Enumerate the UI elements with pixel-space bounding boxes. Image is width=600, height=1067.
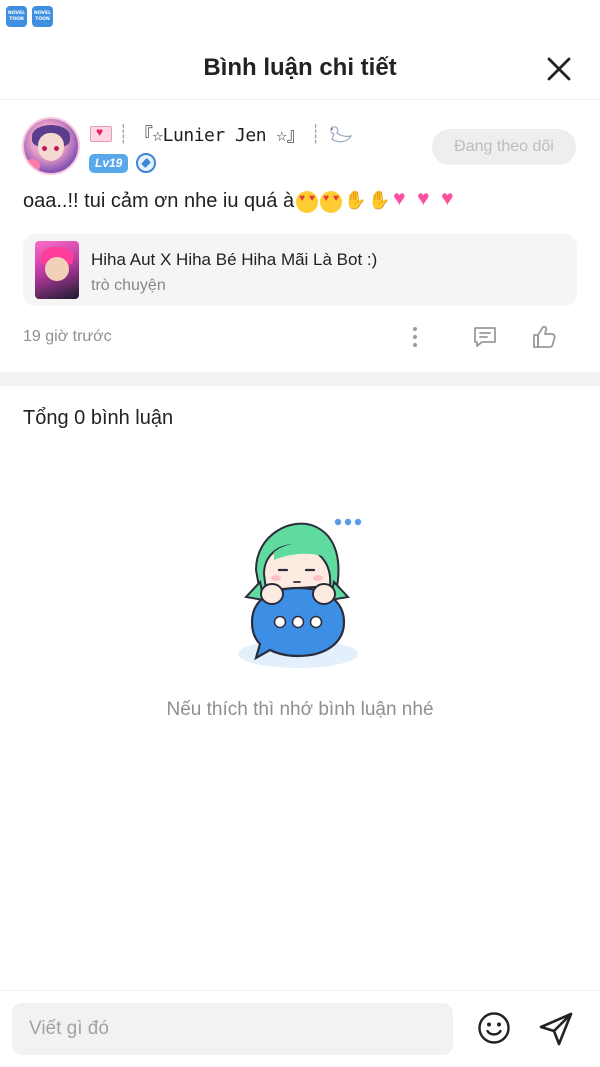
empty-state-message: Nếu thích thì nhớ bình luận nhé <box>166 699 434 720</box>
comment-count: Tổng 0 bình luận <box>23 407 174 429</box>
close-button[interactable] <box>544 54 574 84</box>
send-button[interactable] <box>538 1011 574 1047</box>
comment-detail: ┊ 『☆Lunier Jen ☆』 ┊ Lv19 Đang theo dõi o… <box>0 101 600 371</box>
story-card[interactable]: Hiha Aut X Hiha Bé Hiha Mãi Là Bot :) tr… <box>23 234 577 306</box>
comment-text: oaa..!! tui cảm ơn nhe iu quá à <box>23 187 462 213</box>
status-bar-app-icons: NOVEL TOON NOVEL TOON <box>6 6 53 27</box>
username: 『☆Lunier Jen ☆』 <box>134 125 305 146</box>
like-button[interactable] <box>530 323 558 351</box>
emoji-button[interactable] <box>477 1011 511 1045</box>
raised-hands-emoji-icon <box>344 190 366 213</box>
raised-hands-emoji-icon <box>368 190 390 213</box>
page-title: Bình luận chi tiết <box>203 54 397 81</box>
swan-icon <box>330 126 353 143</box>
story-title: Hiha Aut X Hiha Bé Hiha Mãi Là Bot :) <box>91 250 378 269</box>
send-icon <box>539 1012 573 1046</box>
story-cover-thumbnail <box>35 241 79 299</box>
comment-input-bar <box>0 990 600 1067</box>
pink-heart-emoji-icon <box>440 187 462 213</box>
page-header: Bình luận chi tiết <box>0 36 600 100</box>
more-options-button[interactable] <box>404 325 426 349</box>
close-icon <box>547 57 571 81</box>
comment-icon <box>474 327 496 347</box>
section-divider <box>0 372 600 386</box>
thumbs-up-icon <box>533 325 556 348</box>
pink-heart-emoji-icon <box>392 187 414 213</box>
comment-timestamp: 19 giờ trước <box>23 328 112 345</box>
level-badge: Lv19 <box>89 153 129 173</box>
noveltoon-app-icon: NOVEL TOON <box>6 6 27 27</box>
more-vertical-icon <box>413 327 417 347</box>
username-row[interactable]: ┊ 『☆Lunier Jen ☆』 ┊ <box>90 121 353 147</box>
heart-envelope-icon <box>90 125 112 142</box>
avatar[interactable] <box>22 117 80 175</box>
comment-meta: 19 giờ trước <box>0 323 600 351</box>
user-badges: Lv19 <box>89 153 157 173</box>
story-subtitle: trò chuyện <box>91 277 166 294</box>
comment-emojis <box>296 187 462 213</box>
reply-button[interactable] <box>472 324 498 350</box>
empty-state-illustration <box>234 512 364 672</box>
follow-button[interactable]: Đang theo dõi <box>432 129 576 165</box>
comment-input[interactable] <box>12 1003 453 1055</box>
smiley-icon <box>478 1012 510 1044</box>
comment-body: oaa..!! tui cảm ơn nhe iu quá à <box>23 190 295 212</box>
name-decoration: ┊ <box>118 123 129 144</box>
name-decoration: ┊ <box>310 123 322 144</box>
pink-heart-emoji-icon <box>416 187 438 213</box>
heart-eyes-emoji-icon <box>296 190 319 213</box>
heart-eyes-emoji-icon <box>320 190 343 213</box>
verified-badge-icon <box>136 153 157 173</box>
noveltoon-app-icon: NOVEL TOON <box>32 6 53 27</box>
